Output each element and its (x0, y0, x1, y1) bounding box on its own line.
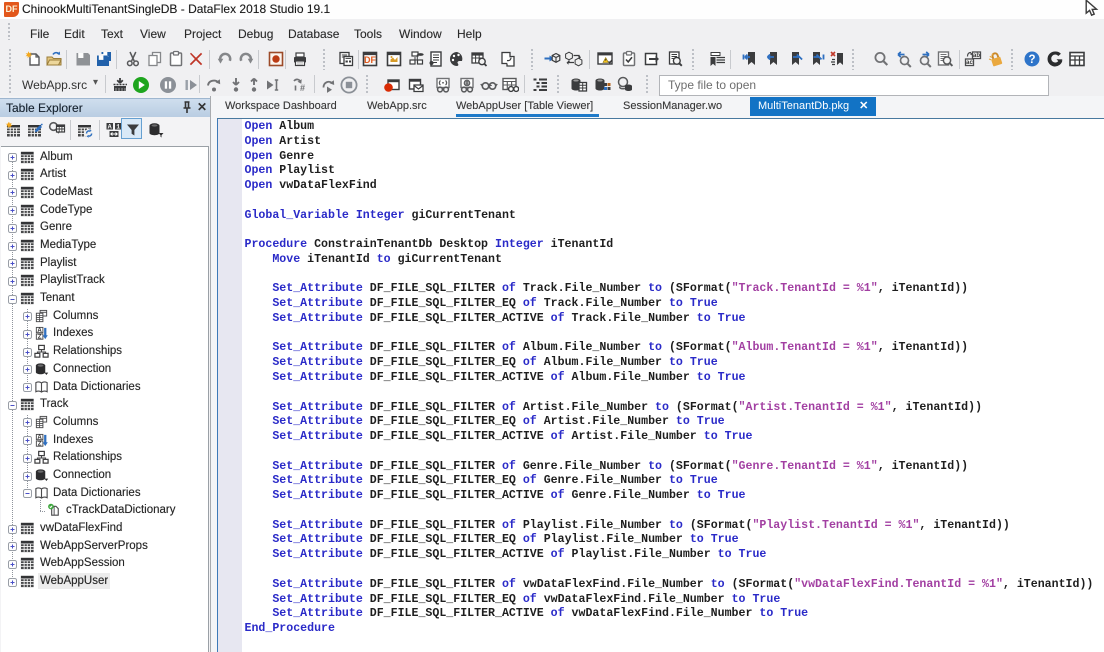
svg-text:?: ? (1028, 54, 1035, 66)
svg-text:#: # (300, 83, 305, 93)
svg-text:DF: DF (364, 55, 376, 65)
svg-text:1: 1 (116, 123, 120, 130)
svg-text:Z: Z (38, 334, 42, 341)
svg-text:A: A (108, 124, 113, 130)
svg-text:Z: Z (38, 440, 42, 447)
svg-text:ab: ab (973, 53, 980, 59)
svg-text:ac: ac (966, 60, 973, 66)
